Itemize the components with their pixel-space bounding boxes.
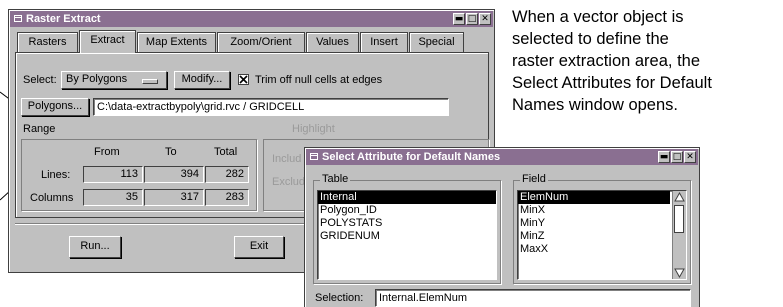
close-button[interactable]: ✕: [479, 13, 491, 25]
explanation-text: When a vector object is selected to defi…: [512, 6, 780, 116]
field-list-item[interactable]: MinX: [518, 204, 686, 217]
polygons-path-field[interactable]: C:\data-extractbypoly\grid.rvc / GRIDCEL…: [93, 98, 449, 116]
columns-row-label: Columns: [30, 192, 74, 204]
checkmark-icon: [239, 75, 248, 84]
minimize-button[interactable]: ▬: [658, 151, 670, 163]
raster-extract-titlebar[interactable]: Raster Extract ▬ □ ✕: [10, 11, 493, 27]
dropdown-indicator-icon: [142, 79, 158, 84]
range-label: Range: [23, 123, 56, 135]
tab-values[interactable]: Values: [306, 32, 359, 52]
trim-checkbox[interactable]: [238, 74, 249, 85]
tab-zoom-orient[interactable]: Zoom/Orient: [217, 32, 305, 52]
explanation-line: When a vector object is: [512, 8, 684, 26]
maximize-button[interactable]: □: [671, 151, 683, 163]
exit-button[interactable]: Exit: [234, 236, 284, 258]
explanation-line: Names window opens.: [512, 96, 678, 114]
minimize-button[interactable]: ▬: [453, 13, 465, 25]
field-list-item[interactable]: MaxX: [518, 243, 686, 256]
columns-total-value: 283: [205, 189, 249, 206]
table-list-item[interactable]: Internal: [318, 191, 496, 204]
close-button[interactable]: ✕: [684, 151, 696, 163]
select-mode-value: By Polygons: [66, 73, 128, 85]
table-list[interactable]: Internal Polygon_ID POLYSTATS GRIDENUM: [317, 190, 497, 280]
range-header-to: To: [165, 146, 177, 158]
run-button[interactable]: Run...: [69, 236, 121, 258]
table-group-label: Table: [320, 173, 351, 185]
lines-to-value[interactable]: 394: [144, 166, 204, 183]
scroll-down-arrow-icon[interactable]: [673, 267, 686, 279]
select-attribute-title: Select Attribute for Default Names: [322, 151, 501, 163]
tab-rasters[interactable]: Rasters: [17, 32, 78, 52]
include-label: Includ: [272, 153, 302, 165]
field-list[interactable]: ElemNum MinX MinY MinZ MaxX: [517, 190, 687, 280]
explanation-line: Select Attributes for Default: [512, 74, 712, 92]
table-list-item[interactable]: POLYSTATS: [318, 217, 496, 230]
field-list-scrollbar[interactable]: [672, 191, 686, 279]
window-menu-icon[interactable]: [14, 15, 22, 22]
tab-insert[interactable]: Insert: [360, 32, 408, 52]
tab-map-extents[interactable]: Map Extents: [137, 32, 216, 52]
field-list-item[interactable]: ElemNum: [518, 191, 670, 204]
exclude-label: Exclud: [272, 176, 306, 188]
range-header-total: Total: [214, 146, 238, 158]
lines-row-label: Lines:: [41, 169, 71, 181]
select-label: Select:: [23, 74, 57, 86]
field-list-item[interactable]: MinZ: [518, 230, 686, 243]
polygons-button[interactable]: Polygons...: [21, 98, 89, 116]
range-header-from: From: [94, 146, 120, 158]
columns-from-value[interactable]: 35: [83, 189, 143, 206]
window-menu-icon[interactable]: [310, 153, 318, 160]
explanation-line: raster extraction area, the: [512, 52, 701, 70]
lines-total-value: 282: [205, 166, 249, 183]
tab-special[interactable]: Special: [409, 32, 464, 52]
explanation-line: selected to define the: [512, 30, 669, 48]
table-list-item[interactable]: Polygon_ID: [318, 204, 496, 217]
modify-button[interactable]: Modify...: [174, 71, 230, 89]
field-group-label: Field: [520, 173, 548, 185]
lines-from-value[interactable]: 113: [83, 166, 143, 183]
select-mode-dropdown[interactable]: By Polygons: [61, 71, 167, 89]
select-attribute-window: Select Attribute for Default Names ▬ □ ✕…: [304, 147, 700, 307]
scrollbar-thumb[interactable]: [674, 205, 684, 233]
selection-field[interactable]: Internal.ElemNum: [375, 289, 691, 307]
trim-checkbox-label: Trim off null cells at edges: [255, 74, 383, 86]
highlight-label: Highlight: [292, 123, 335, 135]
columns-to-value[interactable]: 317: [144, 189, 204, 206]
raster-extract-title: Raster Extract: [26, 13, 101, 25]
table-list-item[interactable]: GRIDENUM: [318, 230, 496, 243]
tab-extract[interactable]: Extract: [79, 30, 136, 53]
select-attribute-titlebar[interactable]: Select Attribute for Default Names ▬ □ ✕: [306, 149, 698, 165]
field-list-item[interactable]: MinY: [518, 217, 686, 230]
selection-label: Selection:: [315, 292, 364, 304]
maximize-button[interactable]: □: [466, 13, 478, 25]
scroll-up-arrow-icon[interactable]: [673, 191, 686, 203]
